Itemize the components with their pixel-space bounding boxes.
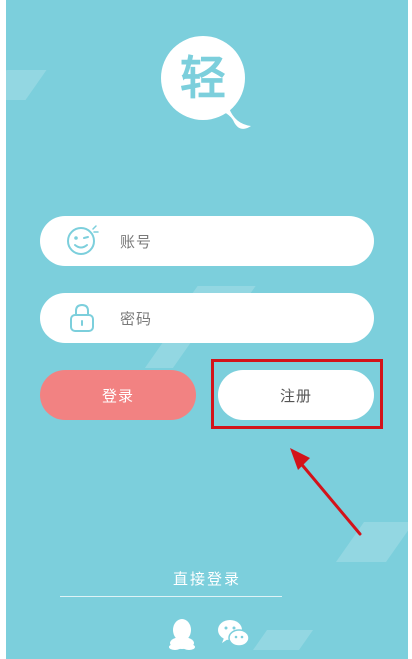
divider (60, 596, 282, 597)
logo-text: 轻 (180, 51, 226, 105)
wechat-icon[interactable] (216, 616, 252, 652)
annotation-arrow-icon (290, 448, 362, 536)
direct-login-label: 直接登录 (172, 570, 241, 588)
password-field[interactable]: 密码 (40, 293, 374, 343)
watermark-shape (144, 342, 192, 368)
account-placeholder: 账号 (120, 232, 153, 251)
password-placeholder: 密码 (120, 309, 153, 328)
qq-icon[interactable] (164, 616, 200, 652)
app-logo: 轻 (161, 36, 251, 129)
account-field[interactable]: 账号 (40, 216, 374, 266)
smiley-face-icon (64, 223, 100, 259)
watermark-shape (252, 630, 314, 650)
lock-icon (64, 300, 100, 336)
watermark-shape (6, 70, 47, 100)
annotation-highlight-box (211, 359, 383, 429)
login-screen: 轻 账号 密码 登录 注册 直接登录 (6, 0, 408, 659)
login-button[interactable]: 登录 (40, 370, 196, 420)
